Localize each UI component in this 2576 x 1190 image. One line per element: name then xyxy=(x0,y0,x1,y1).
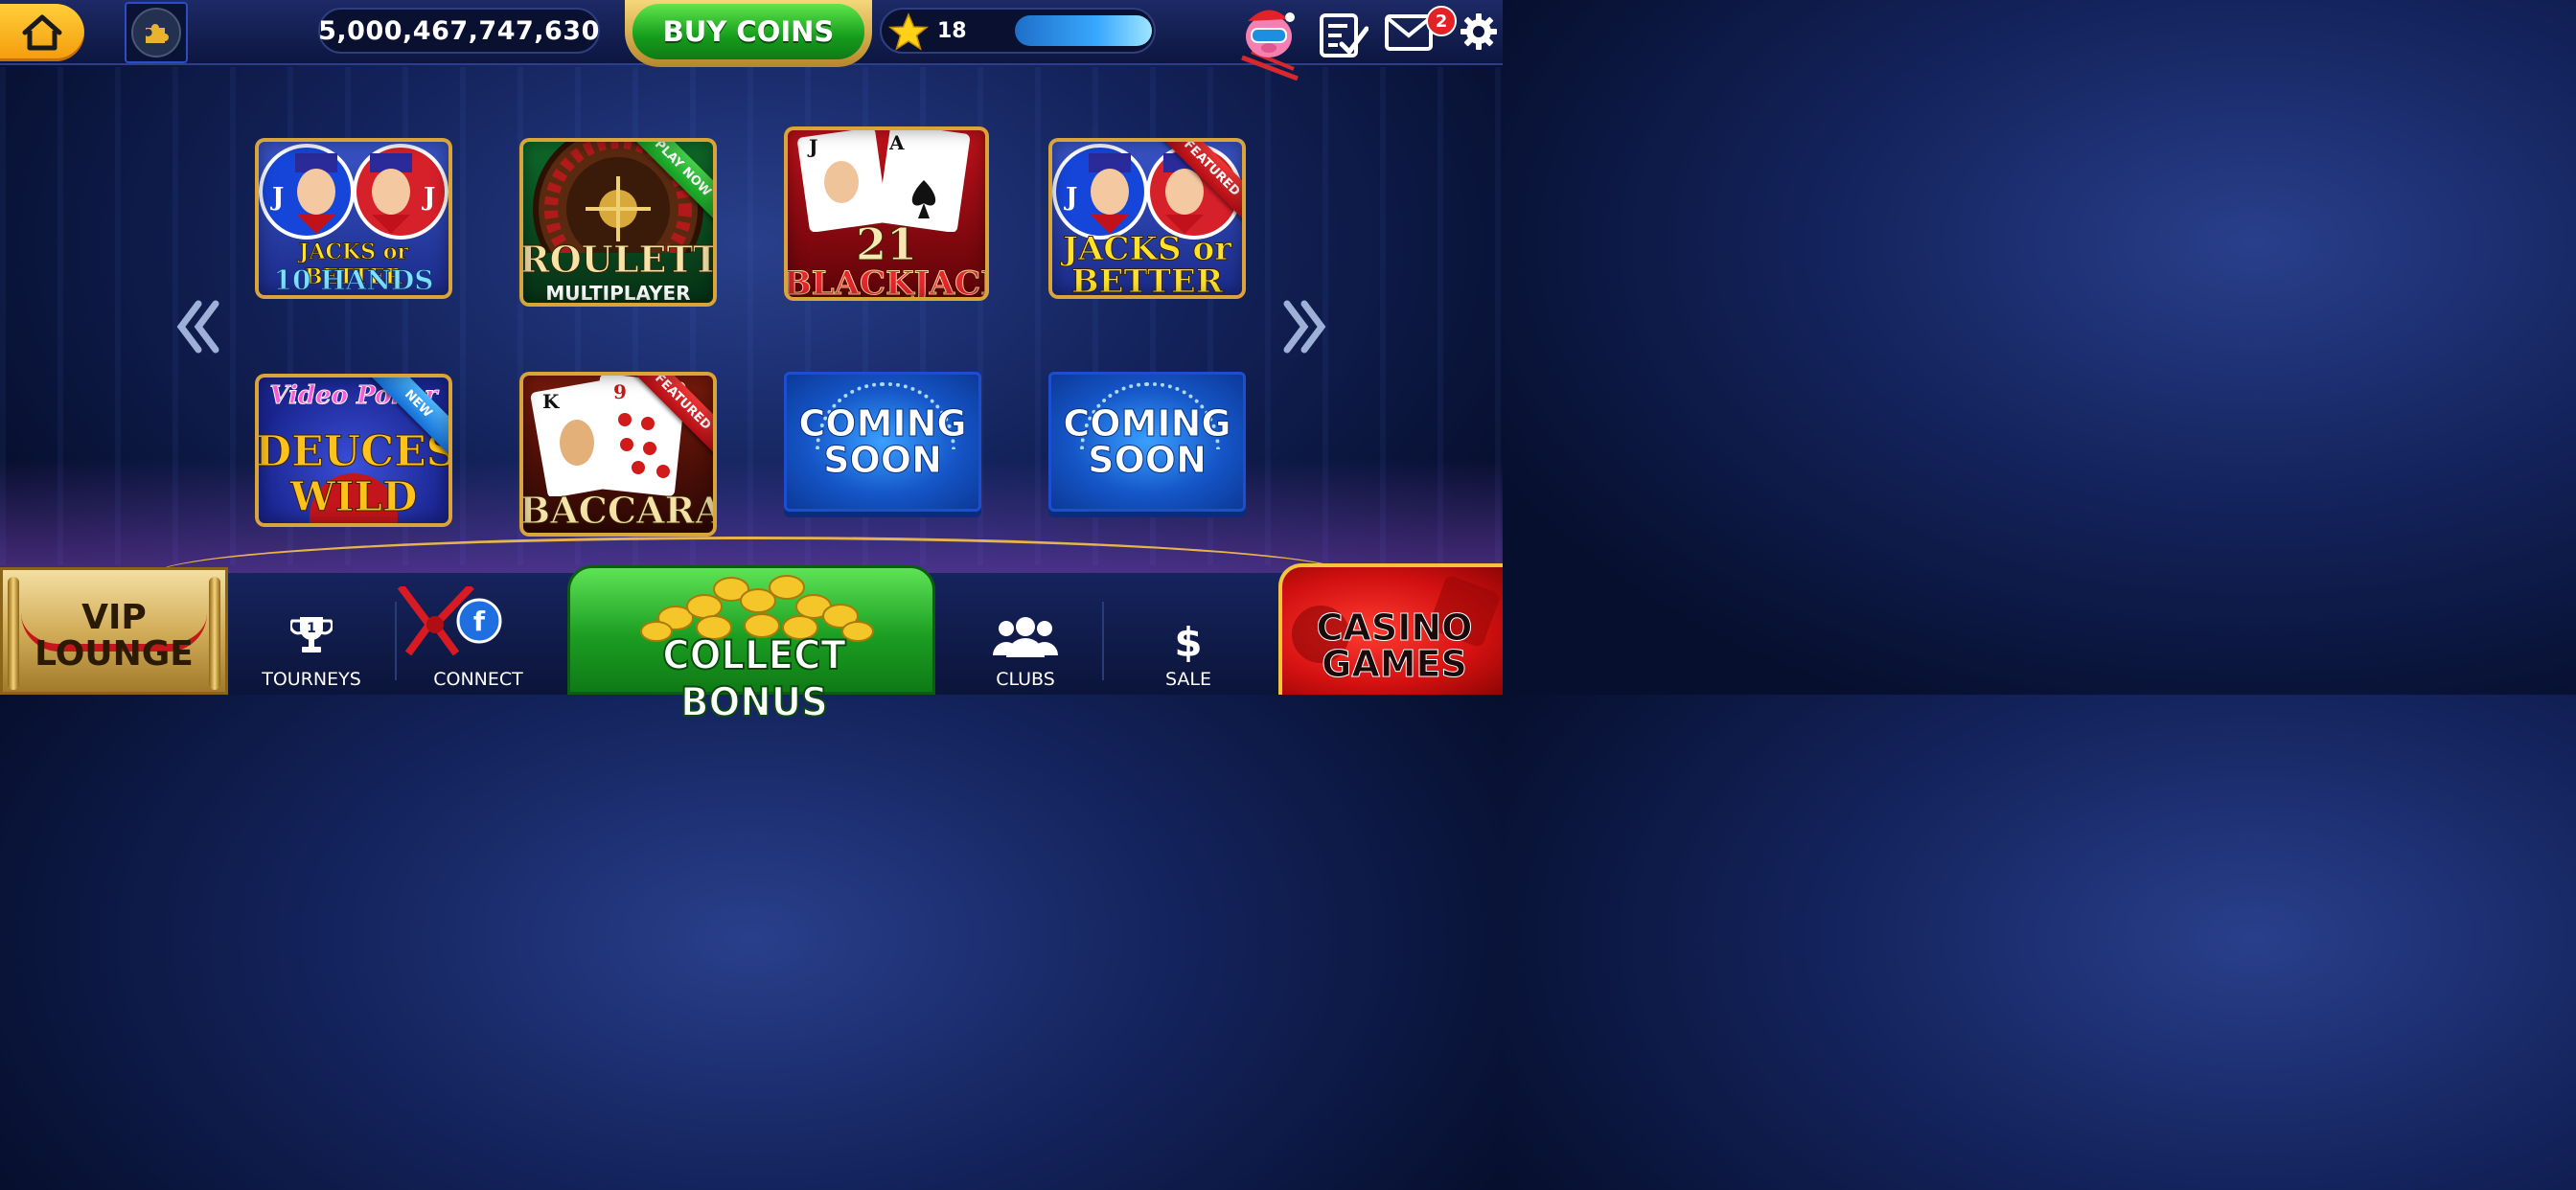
level-progress-bar xyxy=(1015,15,1152,46)
gear-icon[interactable] xyxy=(1459,11,1499,52)
clubs-button[interactable]: CLUBS xyxy=(958,594,1092,690)
tile-frame xyxy=(784,126,989,301)
trophy-icon: 1 xyxy=(290,617,333,652)
top-bar: 5,000,467,747,630 BUY COINS 18 2 xyxy=(0,0,1503,81)
player-avatar[interactable] xyxy=(1234,4,1305,81)
game-tile-deuces-wild[interactable]: Video Poker DEUCES WILD NEW xyxy=(255,374,452,527)
puzzle-icon-badge xyxy=(131,8,181,57)
clubs-label: CLUBS xyxy=(996,669,1055,690)
game-tile-jacks-or-better[interactable]: J JACKS or BETTER FEATURED xyxy=(1048,138,1246,299)
level-meter[interactable]: 18 xyxy=(880,8,1156,54)
double-chevron-right-icon xyxy=(1283,300,1326,354)
tourneys-button[interactable]: 1 TOURNEYS xyxy=(253,594,370,690)
game-tile-blackjack[interactable]: J A 21 BLACKJACK xyxy=(784,126,989,301)
coin-balance: 5,000,467,747,630 xyxy=(318,8,600,54)
facebook-gift-icon: f xyxy=(397,586,502,656)
coming-soon-line2: SOON xyxy=(1088,439,1208,481)
group-icon xyxy=(993,617,1058,657)
tile-frame xyxy=(519,138,717,307)
vip-label-line1: VIP xyxy=(81,598,147,637)
sale-label: SALE xyxy=(1164,669,1211,690)
coming-soon-line2: SOON xyxy=(823,439,943,481)
collect-bonus-label: COLLECT BONUS xyxy=(661,630,846,726)
connect-button[interactable]: f CONNECT xyxy=(397,586,550,690)
tile-frame xyxy=(255,138,452,299)
star-icon xyxy=(887,12,930,51)
svg-text:f: f xyxy=(473,606,486,637)
connect-label: CONNECT xyxy=(433,669,523,690)
coming-soon-line1: COMING xyxy=(1063,402,1231,445)
tile-frame xyxy=(1048,138,1246,299)
game-tile-baccarat[interactable]: K 9 BACCARAT FEATURED xyxy=(519,372,717,537)
mail-badge: 2 xyxy=(1426,6,1457,36)
dollar-icon: $ xyxy=(1174,619,1203,666)
puzzle-icon xyxy=(146,24,169,43)
double-chevron-left-icon xyxy=(176,300,219,354)
sale-button[interactable]: $ SALE xyxy=(1131,594,1246,691)
buy-coins-button[interactable]: BUY COINS xyxy=(632,4,864,59)
puzzle-button[interactable] xyxy=(125,2,188,63)
level-number: 18 xyxy=(937,19,967,43)
carousel-next-button[interactable] xyxy=(1278,293,1332,360)
coming-soon-line1: COMING xyxy=(798,402,967,445)
quests-icon[interactable] xyxy=(1319,11,1368,57)
game-tile-roulette-multiplayer[interactable]: ROULETTE MULTIPLAYER PLAY NOW xyxy=(519,138,717,307)
home-button[interactable] xyxy=(0,4,84,61)
casino-games-line1: CASINO xyxy=(1316,606,1473,649)
game-tile-coming-soon: COMING SOON xyxy=(784,372,981,512)
buy-coins-frame: BUY COINS xyxy=(625,0,872,67)
casino-games-button[interactable]: CASINO GAMES xyxy=(1278,563,1503,695)
tile-frame xyxy=(519,372,717,537)
trophy-number: 1 xyxy=(307,621,316,636)
game-tile-coming-soon: COMING SOON xyxy=(1048,372,1246,512)
nav-divider xyxy=(1102,602,1104,680)
tile-frame xyxy=(255,374,452,527)
tourneys-label: TOURNEYS xyxy=(262,669,361,690)
carousel-prev-button[interactable] xyxy=(171,293,224,360)
home-icon xyxy=(22,14,62,51)
avatar-pig-icon xyxy=(1241,10,1299,81)
vip-label-line2: LOUNGE xyxy=(34,634,194,674)
game-tile-jacks-or-better-10-hands[interactable]: J J JACKS or BETTER 10 HANDS xyxy=(255,138,452,299)
casino-games-line2: GAMES xyxy=(1322,643,1468,685)
collect-bonus-button[interactable]: COLLECT BONUS xyxy=(567,565,935,726)
